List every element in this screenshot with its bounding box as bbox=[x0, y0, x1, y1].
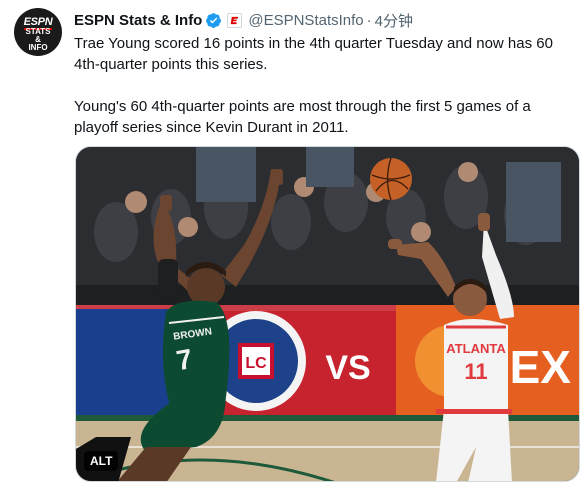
author-handle[interactable]: @ESPNStatsInfo bbox=[248, 12, 363, 29]
basketball-photo: LC VS NEX BROWN 7 ATLANTA 11 bbox=[76, 147, 579, 481]
alt-text-badge[interactable]: ALT bbox=[84, 451, 119, 471]
ad-vs-text: VS bbox=[325, 349, 370, 387]
verified-badge-icon[interactable] bbox=[205, 12, 222, 29]
separator-dot: · bbox=[366, 11, 372, 29]
espn-e-icon bbox=[231, 16, 239, 24]
tweet-timestamp[interactable]: 4分钟 bbox=[375, 10, 413, 31]
profile-avatar[interactable]: ESPN STATS & INFO bbox=[14, 8, 62, 56]
tweet-paragraph: Trae Young scored 16 points in the 4th q… bbox=[74, 35, 553, 73]
tweet-header: ESPN Stats & Info @ESPNStatsInfo · 4分钟 bbox=[74, 10, 413, 31]
tweet-text: Trae Young scored 16 points in the 4th q… bbox=[74, 33, 574, 138]
right-jersey-number: 11 bbox=[464, 359, 487, 384]
tweet-photo[interactable]: LC VS NEX BROWN 7 ATLANTA 11 ALT bbox=[75, 146, 580, 482]
stats-info-logo-text: STATS & INFO bbox=[25, 27, 51, 52]
tweet-paragraph: Young's 60 4th-quarter points are most t… bbox=[74, 98, 531, 136]
author-name[interactable]: ESPN Stats & Info bbox=[74, 12, 202, 29]
affiliate-badge-icon[interactable] bbox=[227, 12, 243, 28]
right-jersey-name: ATLANTA bbox=[446, 341, 506, 356]
svg-text:LC: LC bbox=[245, 355, 267, 372]
